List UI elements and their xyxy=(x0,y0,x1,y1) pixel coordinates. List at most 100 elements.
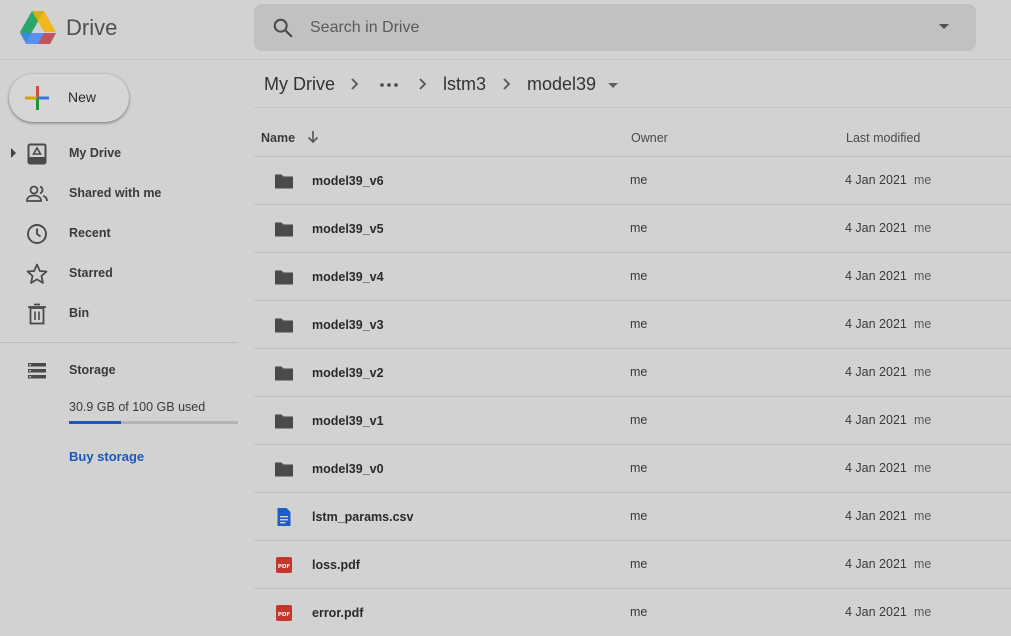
column-header-name[interactable]: Name xyxy=(261,131,295,145)
plus-icon xyxy=(25,86,49,110)
file-name: model39_v1 xyxy=(312,414,384,428)
new-button[interactable]: New xyxy=(9,74,129,122)
drive-logo-icon[interactable] xyxy=(19,11,57,45)
table-row[interactable]: model39_v6 me 4 Jan 2021 me xyxy=(254,157,1011,205)
sidebar-item-bin[interactable]: Bin xyxy=(0,295,238,331)
file-owner: me xyxy=(630,365,648,379)
chevron-right-icon xyxy=(503,78,511,90)
file-name: model39_v4 xyxy=(312,270,384,284)
sidebar: New My Drive Shared with me Recent Starr… xyxy=(0,61,254,636)
sidebar-item-recent[interactable]: Recent xyxy=(0,215,238,251)
buy-storage-link[interactable]: Buy storage xyxy=(69,449,144,464)
trash-icon xyxy=(28,303,46,325)
shared-icon xyxy=(26,185,48,202)
table-row[interactable]: model39_v5 me 4 Jan 2021 me xyxy=(254,205,1011,253)
file-owner: me xyxy=(630,269,648,283)
my-drive-icon xyxy=(27,143,47,165)
column-header-owner[interactable]: Owner xyxy=(631,131,668,145)
sidebar-item-label: Shared with me xyxy=(69,186,162,200)
folder-icon xyxy=(275,270,293,285)
breadcrumb-parent[interactable]: lstm3 xyxy=(443,74,486,95)
table-row[interactable]: model39_v4 me 4 Jan 2021 me xyxy=(254,253,1011,301)
breadcrumb: My Drive lstm3 model39 xyxy=(254,61,1011,108)
file-owner: me xyxy=(630,557,648,571)
file-owner: me xyxy=(630,317,648,331)
file-modified-date: 4 Jan 2021 xyxy=(845,221,907,235)
sidebar-item-starred[interactable]: Starred xyxy=(0,255,238,291)
file-modified-date: 4 Jan 2021 xyxy=(845,365,907,379)
breadcrumb-current[interactable]: model39 xyxy=(527,74,596,95)
file-modified-date: 4 Jan 2021 xyxy=(845,413,907,427)
pdf-icon: PDF xyxy=(276,557,292,573)
file-owner: me xyxy=(630,509,648,523)
sidebar-item-my-drive[interactable]: My Drive xyxy=(0,135,238,171)
clock-icon xyxy=(27,224,47,244)
file-owner: me xyxy=(630,413,648,427)
sidebar-item-label: My Drive xyxy=(69,146,122,160)
folder-icon xyxy=(275,174,293,189)
file-modified-by: me xyxy=(914,173,932,187)
file-modified-by: me xyxy=(914,413,932,427)
sidebar-divider xyxy=(0,342,238,343)
file-owner: me xyxy=(630,173,648,187)
sort-arrow-down-icon[interactable] xyxy=(306,130,320,144)
search-bar[interactable] xyxy=(254,4,976,51)
file-modified-date: 4 Jan 2021 xyxy=(845,173,907,187)
sidebar-item-label: Storage xyxy=(69,363,116,377)
file-name: lstm_params.csv xyxy=(312,510,414,524)
file-modified-by: me xyxy=(914,557,932,571)
file-modified-by: me xyxy=(914,221,932,235)
sidebar-item-shared-with-me[interactable]: Shared with me xyxy=(0,175,238,211)
file-modified-by: me xyxy=(914,509,932,523)
star-icon xyxy=(26,263,48,284)
new-button-label: New xyxy=(68,89,97,105)
svg-text:PDF: PDF xyxy=(278,564,291,570)
expand-arrow-icon[interactable] xyxy=(11,148,16,158)
file-modified-date: 4 Jan 2021 xyxy=(845,269,907,283)
file-name: model39_v5 xyxy=(312,222,384,236)
folder-icon xyxy=(275,222,293,237)
folder-menu-chevron-icon[interactable] xyxy=(608,83,618,88)
file-modified-by: me xyxy=(914,317,932,331)
table-row[interactable]: lstm_params.csv me 4 Jan 2021 me xyxy=(254,493,1011,541)
table-row[interactable]: model39_v3 me 4 Jan 2021 me xyxy=(254,301,1011,349)
chevron-right-icon xyxy=(419,78,427,90)
app-name[interactable]: Drive xyxy=(66,15,117,41)
table-row[interactable]: PDF loss.pdf me 4 Jan 2021 me xyxy=(254,541,1011,589)
search-icon[interactable] xyxy=(272,17,294,39)
table-row[interactable]: PDF error.pdf me 4 Jan 2021 me xyxy=(254,589,1011,636)
breadcrumb-my-drive[interactable]: My Drive xyxy=(264,74,335,95)
file-modified-date: 4 Jan 2021 xyxy=(845,461,907,475)
file-modified-date: 4 Jan 2021 xyxy=(845,605,907,619)
search-options-chevron-icon[interactable] xyxy=(939,24,949,29)
svg-text:PDF: PDF xyxy=(278,612,291,618)
sidebar-item-storage[interactable]: Storage xyxy=(0,352,238,388)
file-list: Name Owner Last modified model39_v6 me 4… xyxy=(254,109,1011,636)
file-owner: me xyxy=(630,221,648,235)
file-owner: me xyxy=(630,605,648,619)
file-modified-date: 4 Jan 2021 xyxy=(845,557,907,571)
file-modified-by: me xyxy=(914,605,932,619)
table-row[interactable]: model39_v1 me 4 Jan 2021 me xyxy=(254,397,1011,445)
storage-icon xyxy=(28,363,46,379)
folder-icon xyxy=(275,366,293,381)
file-name: model39_v2 xyxy=(312,366,384,380)
storage-progress-bar xyxy=(69,421,238,424)
table-row[interactable]: model39_v2 me 4 Jan 2021 me xyxy=(254,349,1011,397)
folder-icon xyxy=(275,462,293,477)
column-header-last-modified[interactable]: Last modified xyxy=(846,131,920,145)
sidebar-item-label: Bin xyxy=(69,306,90,320)
document-icon xyxy=(277,508,291,526)
chevron-right-icon xyxy=(351,78,359,90)
sidebar-item-label: Starred xyxy=(69,266,113,280)
storage-progress-fill xyxy=(69,421,122,424)
file-owner: me xyxy=(630,461,648,475)
more-horizontal-icon[interactable] xyxy=(380,83,398,87)
table-row[interactable]: model39_v0 me 4 Jan 2021 me xyxy=(254,445,1011,493)
file-name: error.pdf xyxy=(312,606,364,620)
file-modified-date: 4 Jan 2021 xyxy=(845,317,907,331)
folder-icon xyxy=(275,318,293,333)
folder-icon xyxy=(275,414,293,429)
search-input[interactable] xyxy=(310,14,910,42)
file-name: model39_v6 xyxy=(312,174,384,188)
